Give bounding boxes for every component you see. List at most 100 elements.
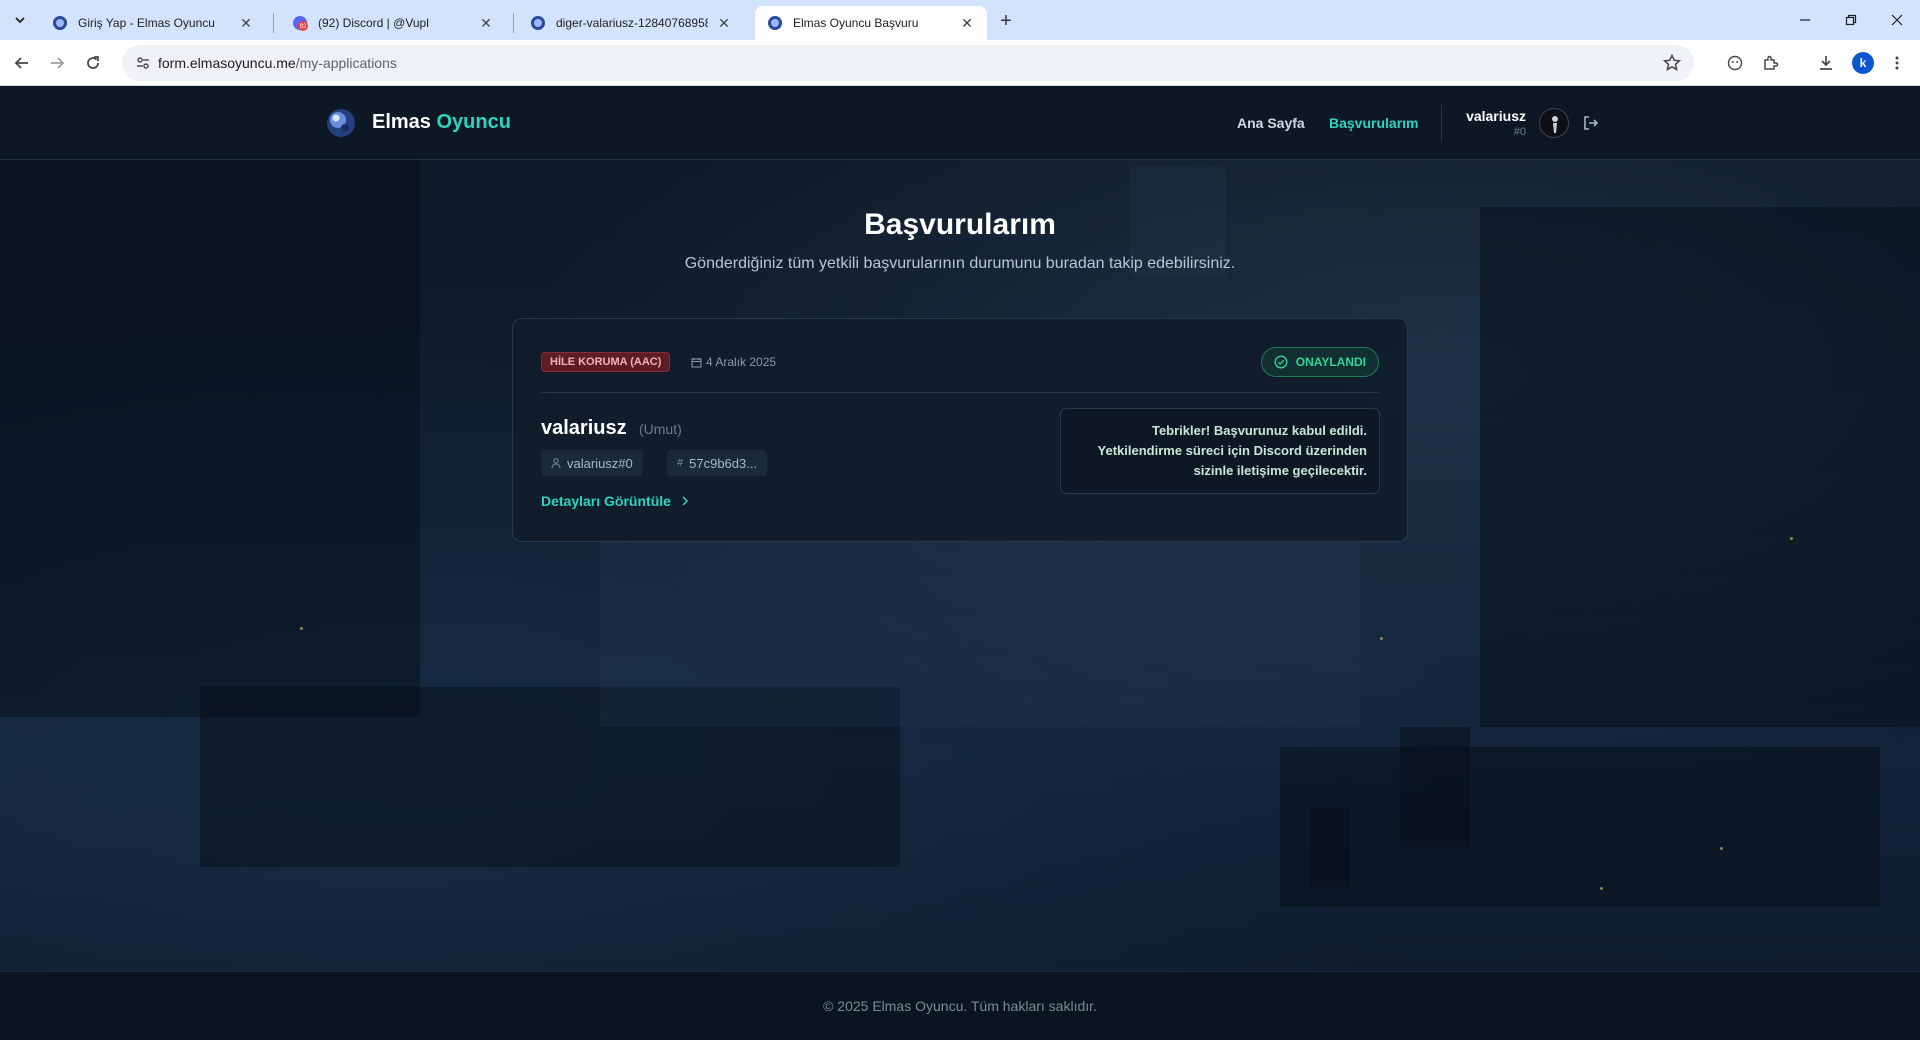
tab-title: diger-valariusz-128407689587636 (556, 16, 708, 30)
reload-button[interactable] (79, 49, 107, 77)
minimize-icon (1800, 19, 1810, 21)
card-divider (541, 392, 1379, 393)
elmas-favicon-icon (531, 16, 545, 30)
kebab-menu-icon (1895, 56, 1899, 70)
header-divider (1441, 105, 1442, 141)
close-tab-icon[interactable]: ✕ (238, 15, 254, 31)
calendar-icon (691, 357, 702, 367)
page-title: Başvurularım (864, 208, 1056, 241)
view-details-link[interactable]: Detayları Görüntüle (541, 493, 689, 509)
close-icon (1891, 14, 1903, 26)
chevron-down-icon (15, 17, 25, 24)
category-badge: HİLE KORUMA (AAC) (541, 352, 671, 372)
logout-icon[interactable] (1582, 114, 1600, 132)
browser-tab-bar: Giriş Yap - Elmas Oyuncu ✕ 92 (92) Disco… (0, 0, 1920, 40)
application-id: 57c9b6d3... (689, 455, 758, 471)
elmas-logo-icon[interactable] (325, 107, 357, 139)
background-scenery (1480, 207, 1920, 727)
status-badge: ONAYLANDI (1260, 347, 1379, 377)
chevron-right-icon (682, 496, 688, 506)
brand-main: Elmas (372, 111, 431, 133)
background-scenery (1280, 747, 1880, 907)
firefly-particle (1380, 637, 1383, 640)
browser-toolbar: form.elmasoyuncu.me/my-applications (0, 40, 1920, 86)
view-details-label: Detayları Görüntüle (541, 493, 671, 509)
elmas-favicon-icon (53, 16, 67, 30)
browser-tab[interactable]: Giriş Yap - Elmas Oyuncu ✕ (40, 6, 266, 40)
id-chip: # 57c9b6d3... (667, 450, 768, 476)
face-icon (1727, 55, 1743, 71)
tab-separator (513, 13, 514, 33)
user-tag: #0 (1513, 126, 1526, 138)
profile-avatar[interactable]: k (1852, 52, 1874, 74)
user-avatar[interactable] (1539, 108, 1569, 138)
close-tab-icon[interactable]: ✕ (478, 15, 494, 31)
page-subtitle: Gönderdiğiniz tüm yetkili başvurularının… (684, 255, 1236, 272)
new-tab-button[interactable]: + (993, 8, 1019, 34)
browser-tab[interactable]: diger-valariusz-128407689587636 ✕ (518, 6, 744, 40)
discord-chip: valariusz#0 (541, 450, 643, 476)
extension-button[interactable] (1721, 49, 1749, 77)
check-circle-icon (1274, 355, 1288, 369)
discord-badge: 92 (300, 24, 307, 30)
reload-icon (87, 56, 99, 69)
status-text: ONAYLANDI (1295, 355, 1366, 369)
forward-arrow-icon (51, 57, 65, 69)
background-figure (1310, 807, 1350, 887)
minimize-button[interactable] (1782, 0, 1828, 40)
browser-tab[interactable]: 92 (92) Discord | @Vupl ✕ (280, 6, 506, 40)
forward-button[interactable] (43, 49, 71, 77)
tab-title: Elmas Oyuncu Başvuru (793, 16, 919, 30)
browser-menu-button[interactable] (1883, 49, 1911, 77)
footer-copyright: © 2025 Elmas Oyuncu. Tüm hakları saklıdı… (823, 998, 1097, 1014)
bookmark-star-icon[interactable] (1662, 53, 1682, 73)
close-tab-icon[interactable]: ✕ (716, 15, 732, 31)
back-button[interactable] (8, 49, 36, 77)
site-header: Elmas Oyuncu Ana Sayfa Başvurularım vala… (0, 87, 1920, 160)
date-text: 4 Aralık 2025 (706, 355, 777, 369)
tab-separator (273, 13, 274, 33)
application-date: 4 Aralık 2025 (691, 355, 776, 369)
user-name: valariusz (1466, 108, 1526, 124)
address-bar[interactable]: form.elmasoyuncu.me/my-applications (122, 45, 1694, 81)
extensions-button[interactable] (1757, 49, 1785, 77)
close-tab-icon[interactable]: ✕ (959, 15, 975, 31)
page: Elmas Oyuncu Ana Sayfa Başvurularım vala… (0, 87, 1920, 1040)
tab-search-button[interactable] (6, 8, 34, 32)
firefly-particle (1600, 887, 1603, 890)
avatar-image (1552, 116, 1558, 133)
puzzle-icon (1764, 55, 1779, 70)
applicant-real-name: (Umut) (639, 421, 682, 437)
tab-title: (92) Discord | @Vupl (318, 16, 429, 30)
firefly-particle (1790, 537, 1793, 540)
site-info-icon[interactable] (134, 54, 152, 72)
url-path: /my-applications (295, 55, 397, 71)
hash-icon: # (677, 457, 684, 469)
nav-home-link[interactable]: Ana Sayfa (1237, 115, 1305, 131)
tab-title: Giriş Yap - Elmas Oyuncu (78, 16, 215, 30)
brand-name[interactable]: Elmas Oyuncu (372, 111, 511, 134)
restore-icon (1845, 14, 1857, 26)
background-scenery (600, 527, 1360, 727)
applicant-name: valariusz (541, 417, 627, 439)
status-message: Tebrikler! Başvurunuz kabul edildi. Yetk… (1060, 408, 1380, 494)
firefly-particle (300, 627, 303, 630)
url-text: form.elmasoyuncu.me/my-applications (158, 55, 397, 71)
elmas-favicon-icon (768, 16, 782, 30)
browser-tab-active[interactable]: Elmas Oyuncu Başvuru ✕ (755, 6, 987, 40)
back-arrow-icon (14, 57, 28, 69)
restore-button[interactable] (1828, 0, 1874, 40)
application-card: HİLE KORUMA (AAC) 4 Aralık 2025 ONAYLAND… (512, 318, 1408, 542)
site-footer: © 2025 Elmas Oyuncu. Tüm hakları saklıdı… (0, 971, 1920, 1040)
brand-accent: Oyuncu (436, 111, 511, 133)
url-domain: form.elmasoyuncu.me (158, 55, 296, 71)
nav-my-applications-link[interactable]: Başvurularım (1329, 115, 1418, 131)
firefly-particle (1720, 847, 1723, 850)
discord-username: valariusz#0 (567, 455, 633, 471)
discord-favicon-icon: 92 (293, 16, 308, 31)
background-figure (1400, 727, 1470, 847)
close-window-button[interactable] (1874, 0, 1920, 40)
downloads-button[interactable] (1812, 49, 1840, 77)
download-icon (1820, 56, 1832, 70)
user-icon (551, 457, 561, 468)
